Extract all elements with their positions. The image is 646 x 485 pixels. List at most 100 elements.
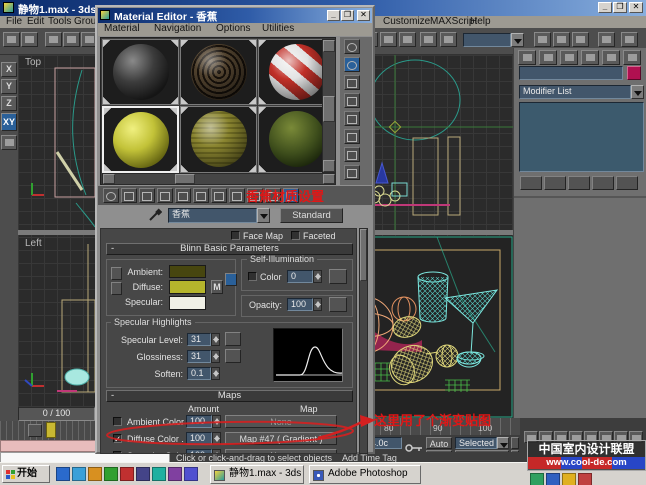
- quick-launch-icon-1[interactable]: [56, 467, 70, 481]
- tab-hierarchy-icon[interactable]: [560, 50, 578, 65]
- diffuse-color-swatch[interactable]: [169, 280, 206, 294]
- modifier-list-dropdown[interactable]: Modifier List: [519, 85, 631, 99]
- layer-manager-icon[interactable]: [399, 32, 416, 47]
- named-selection-arrow-icon[interactable]: [511, 33, 524, 47]
- make-preview-icon[interactable]: [344, 129, 360, 144]
- restrict-y-button[interactable]: Y: [1, 79, 17, 94]
- unlink-selection-icon[interactable]: [63, 32, 80, 47]
- quick-launch-icon-9[interactable]: [184, 467, 198, 481]
- diffuse-map-amount-field[interactable]: 100: [186, 432, 212, 445]
- menu-tools[interactable]: Tools: [48, 16, 71, 27]
- material-type-button[interactable]: Standard: [280, 208, 343, 223]
- make-material-copy-icon[interactable]: [175, 188, 191, 203]
- pin-stack-button[interactable]: [520, 176, 542, 190]
- glossiness-spinner[interactable]: [211, 350, 220, 363]
- slots-scroll-right-icon[interactable]: [323, 174, 335, 184]
- assign-material-to-selection-icon[interactable]: [139, 188, 155, 203]
- faceted-checkbox[interactable]: [291, 231, 300, 240]
- select-by-material-icon[interactable]: [344, 165, 360, 180]
- time-slider-handle[interactable]: [46, 422, 56, 438]
- auto-key-button[interactable]: Auto: [426, 437, 452, 449]
- task-button-3dsmax[interactable]: 静物1.max - 3ds m...: [210, 465, 304, 484]
- undo-icon[interactable]: [3, 32, 20, 47]
- configure-modifier-sets-button[interactable]: [616, 176, 638, 190]
- remove-modifier-button[interactable]: [592, 176, 614, 190]
- soften-field[interactable]: 0.1: [187, 367, 211, 380]
- render-last-icon[interactable]: [598, 32, 615, 47]
- restrict-xy-plane-button[interactable]: XY: [1, 113, 17, 131]
- glossiness-map-button[interactable]: [225, 349, 241, 363]
- pick-material-eyedropper-icon[interactable]: [148, 208, 162, 222]
- schematic-view-icon[interactable]: [440, 32, 457, 47]
- select-and-link-icon[interactable]: [45, 32, 62, 47]
- me-menu-navigation[interactable]: Navigation: [154, 23, 201, 34]
- backlight-icon[interactable]: [344, 57, 360, 72]
- named-selection-set-dropdown[interactable]: [463, 33, 511, 47]
- material-slot-2[interactable]: [180, 39, 257, 105]
- quick-launch-icon-3[interactable]: [88, 467, 102, 481]
- menu-help[interactable]: Help: [470, 16, 491, 27]
- specular-level-map-button[interactable]: [225, 332, 241, 346]
- params-scrollbar-thumb[interactable]: [360, 229, 367, 281]
- diffuse-color-map-checkbox[interactable]: ✓: [113, 434, 122, 443]
- redo-icon[interactable]: [21, 32, 38, 47]
- me-menu-utilities[interactable]: Utilities: [262, 23, 294, 34]
- restrict-x-button[interactable]: X: [1, 62, 17, 77]
- material-name-arrow-icon[interactable]: [257, 208, 270, 223]
- soften-spinner[interactable]: [211, 367, 220, 380]
- ambient-map-amount-spinner[interactable]: [212, 415, 221, 428]
- render-scene-icon[interactable]: [553, 32, 570, 47]
- specular-color-map-checkbox[interactable]: [113, 451, 122, 454]
- tab-display-icon[interactable]: [602, 50, 620, 65]
- specular-map-amount-spinner[interactable]: [212, 449, 221, 454]
- object-name-field[interactable]: [519, 66, 623, 80]
- me-menu-options[interactable]: Options: [216, 23, 250, 34]
- object-color-swatch[interactable]: [627, 66, 641, 80]
- tab-create-icon[interactable]: [518, 50, 536, 65]
- menu-edit[interactable]: Edit: [27, 16, 44, 27]
- start-button[interactable]: 开始: [2, 465, 50, 483]
- get-material-icon[interactable]: [103, 188, 119, 203]
- systray-icon-1[interactable]: [530, 473, 544, 485]
- tab-modify-icon[interactable]: [539, 50, 557, 65]
- diffuse-map-button[interactable]: Map #47 ( Gradient ): [225, 432, 337, 445]
- specular-map-amount-field[interactable]: 100: [186, 449, 212, 454]
- sample-type-icon[interactable]: [344, 39, 360, 54]
- me-close-button[interactable]: ✕: [357, 10, 370, 21]
- me-menu-material[interactable]: Material: [104, 23, 140, 34]
- go-to-start-icon[interactable]: [511, 437, 519, 449]
- material-slot-5[interactable]: [180, 106, 257, 173]
- quick-launch-icon-6[interactable]: [136, 467, 150, 481]
- show-end-result-button[interactable]: [544, 176, 566, 190]
- specular-color-swatch[interactable]: [169, 296, 206, 310]
- tab-utilities-icon[interactable]: [623, 50, 641, 65]
- glossiness-field[interactable]: 31: [187, 350, 211, 363]
- material-slot-1[interactable]: [102, 39, 179, 105]
- menu-file[interactable]: File: [6, 16, 22, 27]
- ambient-map-amount-field[interactable]: 100: [186, 415, 212, 428]
- menu-customize[interactable]: Customize: [383, 16, 430, 27]
- slots-horizontal-scrollbar[interactable]: [102, 173, 336, 185]
- self-illum-spinner[interactable]: [313, 270, 322, 283]
- opacity-spinner[interactable]: [313, 298, 322, 311]
- me-restore-button[interactable]: ❐: [341, 10, 354, 21]
- slots-vertical-scrollbar[interactable]: [322, 39, 336, 173]
- align-icon[interactable]: [380, 32, 397, 47]
- video-color-check-icon[interactable]: [344, 111, 360, 126]
- diffuse-map-amount-spinner[interactable]: [212, 432, 221, 445]
- restrict-z-button[interactable]: Z: [1, 96, 17, 111]
- modifier-list-arrow-icon[interactable]: [631, 85, 644, 99]
- specular-map-button[interactable]: None: [225, 449, 337, 454]
- quick-launch-icon-8[interactable]: [168, 467, 182, 481]
- modifier-stack-list[interactable]: [519, 102, 644, 172]
- sample-uv-tiling-icon[interactable]: [344, 93, 360, 108]
- reset-map-icon[interactable]: [157, 188, 173, 203]
- material-options-icon[interactable]: [344, 147, 360, 162]
- snap-toggle-icon[interactable]: [1, 135, 17, 150]
- opacity-map-button[interactable]: [329, 297, 347, 312]
- track-frame-button[interactable]: [28, 424, 42, 437]
- quick-launch-icon-7[interactable]: [152, 467, 166, 481]
- blinn-rollout-header[interactable]: - Blinn Basic Parameters: [106, 243, 353, 255]
- self-illum-color-checkbox[interactable]: [248, 272, 257, 281]
- opacity-value-field[interactable]: 100: [287, 298, 313, 311]
